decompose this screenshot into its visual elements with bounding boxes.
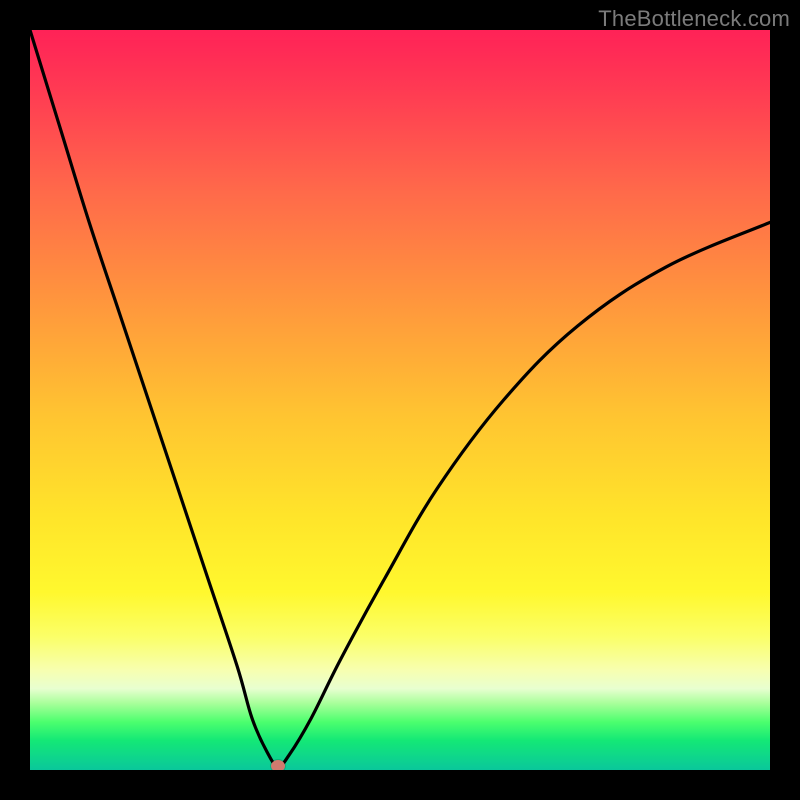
curve-path: [30, 30, 770, 766]
bottleneck-curve: [30, 30, 770, 770]
curve-minimum-marker: [271, 760, 285, 770]
watermark-text: TheBottleneck.com: [598, 6, 790, 32]
chart-area: [30, 30, 770, 770]
